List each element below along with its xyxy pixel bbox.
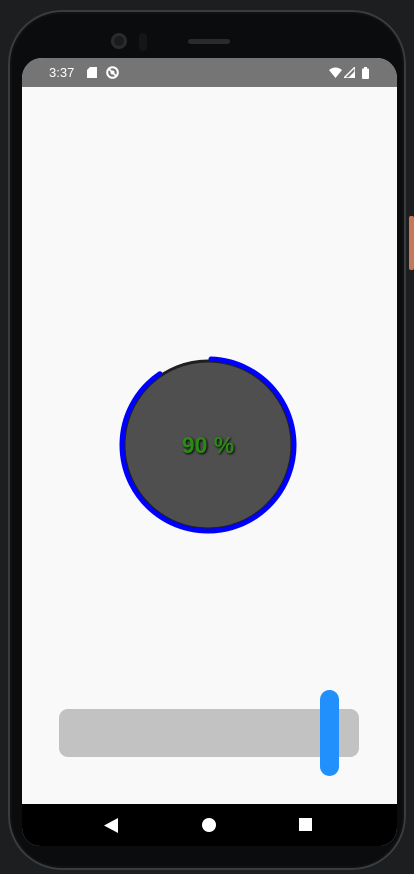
no-disturb-icon — [106, 66, 119, 79]
signal-icon — [344, 67, 355, 78]
app-content: 90 % — [22, 87, 397, 804]
gauge-percent-label: 90 % — [181, 432, 235, 458]
back-icon[interactable] — [104, 818, 118, 833]
navigation-bar — [22, 804, 397, 846]
front-camera — [111, 33, 127, 49]
recents-icon[interactable] — [299, 818, 312, 831]
earpiece-speaker — [188, 39, 230, 44]
progress-slider-thumb[interactable] — [319, 690, 339, 776]
wifi-icon — [329, 67, 342, 78]
power-button — [409, 216, 414, 270]
status-bar: 3:37 — [22, 58, 397, 87]
home-icon[interactable] — [202, 818, 216, 832]
camera-sensor — [139, 33, 147, 51]
device-frame: 3:37 90 % — [0, 0, 414, 874]
status-time: 3:37 — [49, 65, 75, 80]
screen: 3:37 90 % — [22, 58, 397, 846]
progress-gauge: 90 % — [118, 355, 298, 535]
progress-slider-track[interactable] — [59, 709, 359, 757]
sd-card-icon — [87, 67, 97, 78]
battery-icon — [362, 67, 369, 79]
